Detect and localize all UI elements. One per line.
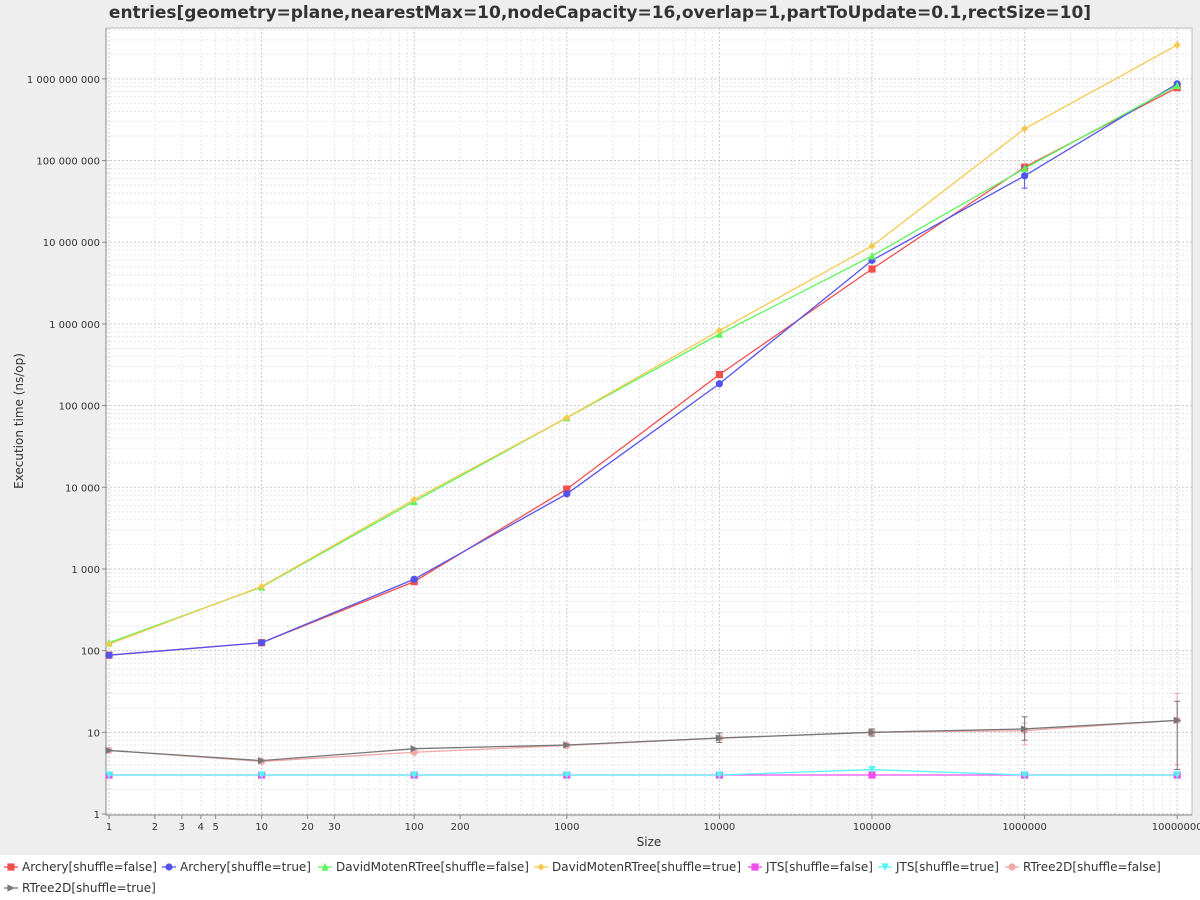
legend-label: DavidMotenRTree[shuffle=true] [552,860,741,874]
legend-swatch-marker [7,863,15,871]
y-axis-label: Execution time (ns/op) [12,353,26,489]
x-tick-label: 100000 [853,822,891,833]
legend-label: RTree2D[shuffle=false] [1023,860,1161,874]
legend-label: RTree2D[shuffle=true] [22,881,156,895]
legend-item: Archery[shuffle=true] [162,860,311,874]
x-tick-label: 10000 [703,822,735,833]
legend-label: JTS[shuffle=false] [765,860,873,874]
legend-label: Archery[shuffle=true] [180,860,311,874]
legend-item: RTree2D[shuffle=true] [4,881,156,895]
data-point [868,265,876,273]
y-tick-label: 1 [94,810,100,821]
y-tick-label: 100 000 000 [36,157,100,168]
y-tick-label: 100 000 [59,402,100,413]
y-tick-label: 100 [81,647,100,658]
x-tick-label: 10 [255,822,268,833]
x-tick-label: 1000000 [1002,822,1047,833]
data-point [715,380,724,388]
x-tick-label: 1 [106,822,112,833]
data-point [715,370,723,379]
y-tick-label: 10 000 000 [43,238,100,249]
y-tick-label: 10 [87,728,100,739]
y-tick-label: 1 000 000 000 [27,75,100,86]
x-tick-label: 20 [301,822,314,833]
legend-item: Archery[shuffle=false] [4,860,157,874]
chart: entries[geometry=plane,nearestMax=10,nod… [0,0,1200,900]
x-tick-label: 1000 [554,822,579,833]
legend-swatch-marker [1008,863,1016,871]
x-tick-label: 100 [405,822,424,833]
data-point [105,651,113,659]
plot-area [105,27,1193,816]
x-tick-label: 2 [152,822,158,833]
legend-swatch-marker [165,863,173,871]
x-tick-label: 10000000 [1152,822,1200,833]
y-tick-label: 1 000 [71,565,100,576]
legend-item: DavidMotenRTree[shuffle=false] [318,860,529,874]
legend-label: JTS[shuffle=true] [895,860,999,874]
x-tick-label: 30 [328,822,341,833]
legend-item: JTS[shuffle=true] [878,860,999,874]
x-tick-label: 4 [198,822,204,833]
data-point [258,639,266,647]
chart-title: entries[geometry=plane,nearestMax=10,nod… [109,3,1091,23]
x-tick-label: 5 [212,822,218,833]
legend-swatch-marker [751,863,759,871]
x-axis-label: Size [637,835,662,849]
legend-label: Archery[shuffle=false] [22,860,157,874]
legend-item: JTS[shuffle=false] [748,860,873,874]
legend-item: RTree2D[shuffle=false] [1005,860,1161,874]
chart-canvas: entries[geometry=plane,nearestMax=10,nod… [0,3,1200,900]
x-tick-label: 200 [451,822,470,833]
data-point [563,490,571,498]
data-point [1021,172,1029,180]
y-tick-label: 10 000 [65,483,100,494]
legend-label: DavidMotenRTree[shuffle=false] [336,860,529,874]
y-tick-label: 1 000 000 [49,320,100,331]
legend-item: DavidMotenRTree[shuffle=true] [534,860,741,874]
x-tick-label: 3 [179,822,185,833]
data-point [410,575,418,583]
